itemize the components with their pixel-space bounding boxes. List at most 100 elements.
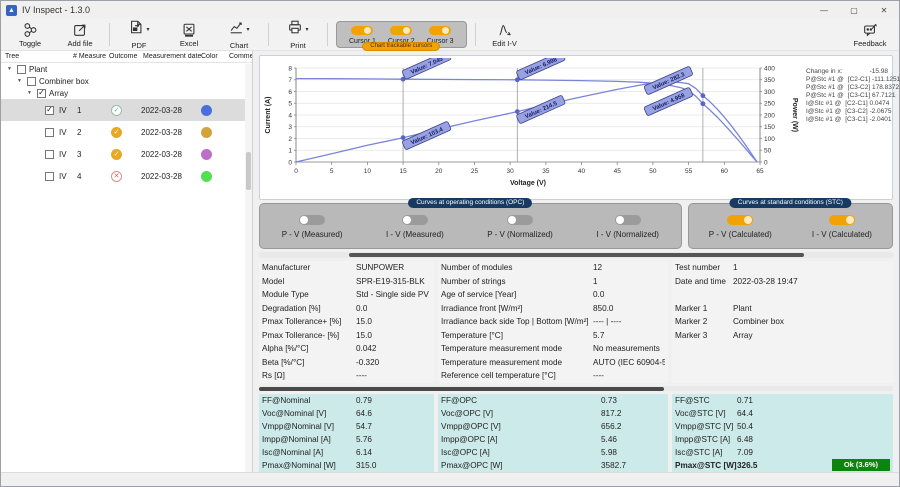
- row-value: 64.6: [356, 409, 372, 418]
- toggle-knob: [508, 216, 516, 224]
- opc-toggle-2[interactable]: P - V (Normalized): [487, 215, 553, 239]
- row-label: FF@Nominal: [262, 396, 356, 405]
- cursor-point-power[interactable]: [700, 93, 705, 98]
- row-value: 817.2: [601, 409, 622, 418]
- row-value: 6.14: [356, 448, 372, 457]
- opc-toggle-0[interactable]: P - V (Measured): [282, 215, 343, 239]
- toggle-switch[interactable]: [507, 215, 533, 225]
- measurement-date: 2022-03-28: [141, 106, 201, 115]
- print-button[interactable]: ▾ Print: [275, 20, 321, 49]
- color-dot[interactable]: [201, 105, 212, 116]
- toggle-switch[interactable]: [429, 26, 451, 35]
- curve-toggle-label: P - V (Normalized): [487, 230, 553, 239]
- stc-toggle-0[interactable]: P - V (Calculated): [709, 215, 772, 239]
- measure-row[interactable]: IV3✓2022-03-28: [1, 143, 252, 165]
- chevron-down-icon[interactable]: ▾: [146, 26, 149, 33]
- chevron-down-icon[interactable]: ▾: [246, 26, 249, 33]
- tree-checkbox[interactable]: [27, 77, 36, 86]
- toggle-button[interactable]: Toggle: [7, 20, 53, 49]
- add-file-button[interactable]: Add file: [57, 20, 103, 49]
- opc-group-title: Curves at operating conditions (OPC): [408, 198, 532, 208]
- annotation-line: I@Stc #1 @[C3-C1] -2.0401: [806, 116, 888, 124]
- annotation-value: [C2-C1] 0.0474: [845, 100, 889, 108]
- tree-node-label: Combiner box: [39, 77, 89, 86]
- tree-node-plant[interactable]: ▼Plant: [1, 63, 252, 75]
- measurement-date: 2022-03-28: [141, 150, 201, 159]
- svg-text:30: 30: [507, 168, 515, 175]
- window-title: IV Inspect - 1.3.0: [22, 5, 90, 15]
- cursor-point-power[interactable]: [515, 109, 520, 114]
- row-label: Number of modules: [441, 263, 593, 272]
- opc-toggle-1[interactable]: I - V (Measured): [386, 215, 444, 239]
- measure-checkbox[interactable]: [45, 172, 54, 181]
- feedback-button[interactable]: Feedback: [847, 20, 893, 49]
- row-label: FF@OPC: [441, 396, 601, 405]
- row-value: 0.0: [356, 304, 367, 313]
- tree-vertical-scrollbar[interactable]: [245, 64, 252, 472]
- svg-text:6: 6: [288, 89, 292, 96]
- toggle-switch[interactable]: [351, 26, 373, 35]
- measure-row[interactable]: IV2✓2022-03-28: [1, 121, 252, 143]
- measure-checkbox[interactable]: [45, 150, 54, 159]
- color-dot[interactable]: [201, 149, 212, 160]
- chevron-down-icon[interactable]: ▼: [17, 78, 24, 84]
- row-value: No measurements: [593, 344, 660, 353]
- stc-toggle-1[interactable]: I - V (Calculated): [812, 215, 872, 239]
- titlebar: ▲ IV Inspect - 1.3.0 — ▢ ✕: [1, 1, 899, 19]
- app-icon: ▲: [6, 5, 17, 16]
- chart-button[interactable]: ▾ Chart: [216, 20, 262, 49]
- chevron-down-icon[interactable]: ▼: [27, 90, 34, 96]
- pdf-button[interactable]: ▾ PDF: [116, 20, 162, 49]
- row-label: Alpha [%/°C]: [262, 344, 356, 353]
- cursor-point-power[interactable]: [401, 135, 406, 140]
- toggle-switch[interactable]: [829, 215, 855, 225]
- measurement-date: 2022-03-28: [141, 172, 201, 181]
- scrollbar-thumb[interactable]: [259, 387, 664, 391]
- table-row: Vmpp@Nominal [V]54.7: [259, 420, 434, 433]
- opc-toggle-3[interactable]: I - V (Normalized): [596, 215, 659, 239]
- svg-text:5: 5: [330, 168, 334, 175]
- edit-iv-button[interactable]: Edit I-V: [482, 20, 528, 49]
- row-value: SUNPOWER: [356, 263, 404, 272]
- svg-text:5: 5: [288, 101, 292, 108]
- color-dot[interactable]: [201, 127, 212, 138]
- chevron-down-icon[interactable]: ▾: [305, 26, 308, 33]
- chevron-down-icon[interactable]: ▼: [7, 66, 14, 72]
- chart-trackable-cursors-badge: Chart trackable cursors: [362, 42, 440, 51]
- table-row: Isc@STC [A]7.09: [672, 446, 893, 459]
- horizontal-scrollbar[interactable]: [259, 386, 893, 391]
- svg-text:0: 0: [764, 159, 768, 166]
- color-dot[interactable]: [201, 171, 212, 182]
- measure-checkbox[interactable]: ✓: [45, 106, 54, 115]
- row-value: AUTO (IEC 60904-5): [593, 358, 665, 367]
- annotation-value: -15.98: [870, 68, 888, 76]
- maximize-icon[interactable]: ▢: [839, 1, 869, 19]
- cursor-point-current[interactable]: [700, 101, 705, 106]
- excel-button[interactable]: Excel: [166, 20, 212, 49]
- svg-text:4: 4: [288, 112, 292, 119]
- svg-text:15: 15: [399, 168, 407, 175]
- toggle-switch[interactable]: [299, 215, 325, 225]
- toggle-switch[interactable]: [615, 215, 641, 225]
- horizontal-scrollbar[interactable]: [259, 252, 893, 258]
- annotation-label: P@Stc #1 @: [806, 76, 844, 84]
- measure-checkbox[interactable]: [45, 128, 54, 137]
- close-icon[interactable]: ✕: [869, 1, 899, 19]
- scrollbar-thumb[interactable]: [246, 152, 251, 190]
- minimize-icon[interactable]: —: [809, 1, 839, 19]
- tree-node-combiner-box[interactable]: ▼ Combiner box: [1, 75, 252, 87]
- measure-row[interactable]: IV4✕2022-03-28: [1, 165, 252, 187]
- iv-pv-plot[interactable]: 0123456780510152025303540455055606505010…: [262, 58, 802, 199]
- tree-column-header: Tree: [5, 53, 73, 60]
- toggle-knob: [403, 216, 411, 224]
- measure-row[interactable]: ✓IV1✓2022-03-28: [1, 99, 252, 121]
- tree-node-array[interactable]: ▼✓Array: [1, 87, 252, 99]
- tree-checkbox[interactable]: [17, 65, 26, 74]
- row-label: Impp@OPC [A]: [441, 435, 601, 444]
- tree-checkbox[interactable]: ✓: [37, 89, 46, 98]
- toggle-switch[interactable]: [390, 26, 412, 35]
- scrollbar-thumb[interactable]: [349, 253, 804, 257]
- toggle-switch[interactable]: [727, 215, 753, 225]
- table-row: Pmax@Nominal [W]315.0: [259, 459, 434, 472]
- toggle-switch[interactable]: [402, 215, 428, 225]
